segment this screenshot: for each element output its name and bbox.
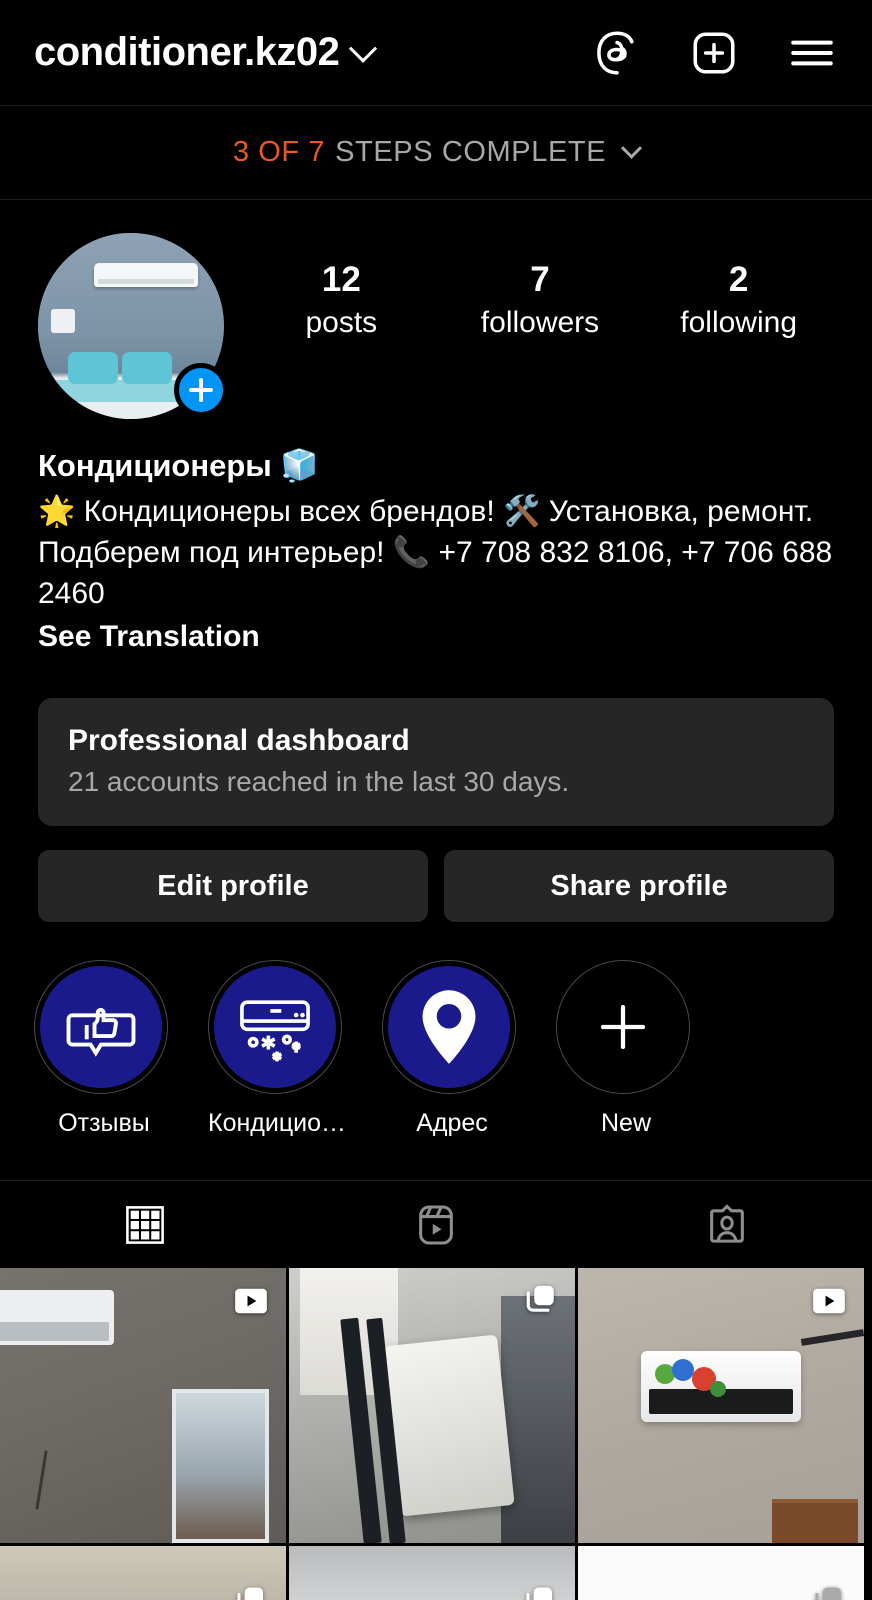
plus-icon[interactable] bbox=[174, 363, 228, 417]
bio-section: Кондиционеры 🧊 🌟 Кондиционеры всех бренд… bbox=[0, 419, 872, 658]
highlight-otzyvy[interactable]: Отзывы bbox=[34, 960, 174, 1138]
highlight-add-new[interactable]: New bbox=[556, 960, 696, 1138]
grid-icon bbox=[126, 1205, 165, 1244]
tab-posts[interactable] bbox=[0, 1181, 291, 1268]
highlight-cover bbox=[388, 966, 510, 1089]
stat-label: following bbox=[680, 305, 797, 339]
chevron-down-icon bbox=[621, 137, 643, 159]
highlight-adres[interactable]: Адрес bbox=[382, 960, 522, 1138]
map-pin-icon bbox=[422, 990, 476, 1064]
carousel-glyph bbox=[815, 1587, 842, 1600]
plus-square-icon[interactable] bbox=[688, 27, 740, 79]
avatar[interactable] bbox=[38, 233, 228, 419]
stat-label: followers bbox=[480, 305, 600, 339]
tab-tagged[interactable] bbox=[581, 1181, 872, 1268]
carousel-icon bbox=[234, 1584, 268, 1600]
highlight-ring bbox=[382, 960, 516, 1095]
posts-grid-row-2 bbox=[0, 1546, 872, 1600]
thumbs-up-icon bbox=[66, 1007, 136, 1057]
threads-icon[interactable] bbox=[590, 27, 642, 79]
stat-value: 12 bbox=[321, 260, 361, 299]
profile-tabs bbox=[0, 1180, 872, 1268]
plus-icon bbox=[600, 1004, 646, 1050]
stat-following[interactable]: 2 following bbox=[679, 260, 799, 342]
dashboard-subtitle: 21 accounts reached in the last 30 days. bbox=[68, 766, 570, 798]
reels-icon bbox=[419, 1205, 453, 1245]
carousel-icon bbox=[523, 1584, 557, 1600]
display-name: Кондиционеры 🧊 bbox=[38, 448, 319, 483]
bio-text: 🌟 Кондиционеры всех брендов! 🛠️ Установк… bbox=[38, 494, 833, 611]
thumb-curtain-rod bbox=[800, 1329, 864, 1347]
thumb-window bbox=[171, 1389, 269, 1544]
professional-dashboard-card[interactable]: Professional dashboard 21 accounts reach… bbox=[38, 698, 834, 827]
reel-icon bbox=[810, 1282, 848, 1325]
edit-profile-button[interactable]: Edit profile bbox=[38, 850, 428, 923]
thumb-wire bbox=[35, 1449, 48, 1510]
reel-glyph bbox=[235, 1288, 267, 1314]
thumb-sticker-4 bbox=[709, 1380, 726, 1397]
posts-grid-row-1 bbox=[0, 1268, 872, 1544]
instagram-profile-screen: conditioner.kz02 3 OF 7 STEPS COMPLETE 1… bbox=[0, 0, 872, 1600]
grid-post-4[interactable] bbox=[0, 1546, 286, 1600]
grid-post-1[interactable] bbox=[0, 1268, 286, 1544]
profile-action-buttons: Edit profile Share profile bbox=[0, 826, 872, 923]
thumb-ac-outdoor-unit bbox=[383, 1334, 515, 1516]
avatar-lamp bbox=[51, 309, 76, 334]
reel-icon bbox=[232, 1282, 270, 1325]
profile-stats: 12 posts 7 followers 2 following bbox=[224, 233, 838, 342]
topbar-actions bbox=[590, 27, 844, 79]
chevron-down-icon bbox=[349, 34, 378, 63]
highlight-cover bbox=[214, 966, 336, 1089]
stat-value: 7 bbox=[530, 260, 550, 299]
reel-glyph bbox=[813, 1288, 845, 1314]
stat-label: posts bbox=[305, 305, 378, 339]
highlight-ring bbox=[34, 960, 168, 1095]
air-conditioner-icon bbox=[240, 1000, 310, 1062]
highlight-label: Кондицион... bbox=[208, 1109, 348, 1138]
grid-post-5[interactable] bbox=[289, 1546, 575, 1600]
highlight-cover bbox=[562, 966, 684, 1089]
thumb-wood-furniture bbox=[772, 1499, 859, 1544]
stat-value: 2 bbox=[728, 260, 749, 299]
highlight-cover bbox=[40, 966, 162, 1089]
tab-reels[interactable] bbox=[291, 1181, 582, 1268]
stat-followers[interactable]: 7 followers bbox=[480, 260, 600, 342]
steps-count-label: 3 OF 7 bbox=[232, 136, 326, 168]
highlight-ring bbox=[556, 960, 690, 1095]
highlight-label: Адрес bbox=[416, 1109, 488, 1138]
thumb-ac-unit bbox=[0, 1290, 115, 1346]
highlight-label: New bbox=[600, 1109, 651, 1138]
steps-complete-label: STEPS COMPLETE bbox=[335, 136, 607, 168]
username-label: conditioner.kz02 bbox=[34, 30, 340, 74]
tagged-person-icon bbox=[709, 1203, 744, 1243]
avatar-pillow-left bbox=[67, 352, 118, 384]
steps-complete-banner[interactable]: 3 OF 7 STEPS COMPLETE bbox=[0, 105, 872, 200]
thumb-dark-panel bbox=[500, 1295, 575, 1544]
avatar-pillow-right bbox=[121, 352, 172, 384]
highlight-ring bbox=[208, 960, 342, 1095]
dashboard-title: Professional dashboard bbox=[68, 724, 410, 758]
avatar-ac-unit bbox=[93, 262, 198, 287]
stat-posts[interactable]: 12 posts bbox=[281, 260, 401, 342]
highlight-label: Отзывы bbox=[58, 1109, 150, 1138]
story-highlights: Отзывы Кондицион... Адрес New bbox=[0, 922, 872, 1138]
grid-post-2[interactable] bbox=[289, 1268, 575, 1544]
highlight-konditsion[interactable]: Кондицион... bbox=[208, 960, 348, 1138]
top-bar: conditioner.kz02 bbox=[0, 0, 872, 105]
hamburger-menu-icon[interactable] bbox=[786, 27, 838, 79]
profile-header: 12 posts 7 followers 2 following bbox=[0, 200, 872, 419]
carousel-icon bbox=[812, 1584, 846, 1600]
grid-post-6[interactable] bbox=[578, 1546, 864, 1600]
carousel-icon bbox=[523, 1282, 559, 1323]
share-profile-button[interactable]: Share profile bbox=[444, 850, 834, 923]
carousel-glyph bbox=[526, 1285, 554, 1312]
carousel-glyph bbox=[526, 1587, 553, 1600]
username-switcher[interactable]: conditioner.kz02 bbox=[34, 30, 378, 75]
grid-post-3[interactable] bbox=[578, 1268, 864, 1544]
carousel-glyph bbox=[237, 1587, 264, 1600]
see-translation-link[interactable]: See Translation bbox=[38, 616, 834, 658]
